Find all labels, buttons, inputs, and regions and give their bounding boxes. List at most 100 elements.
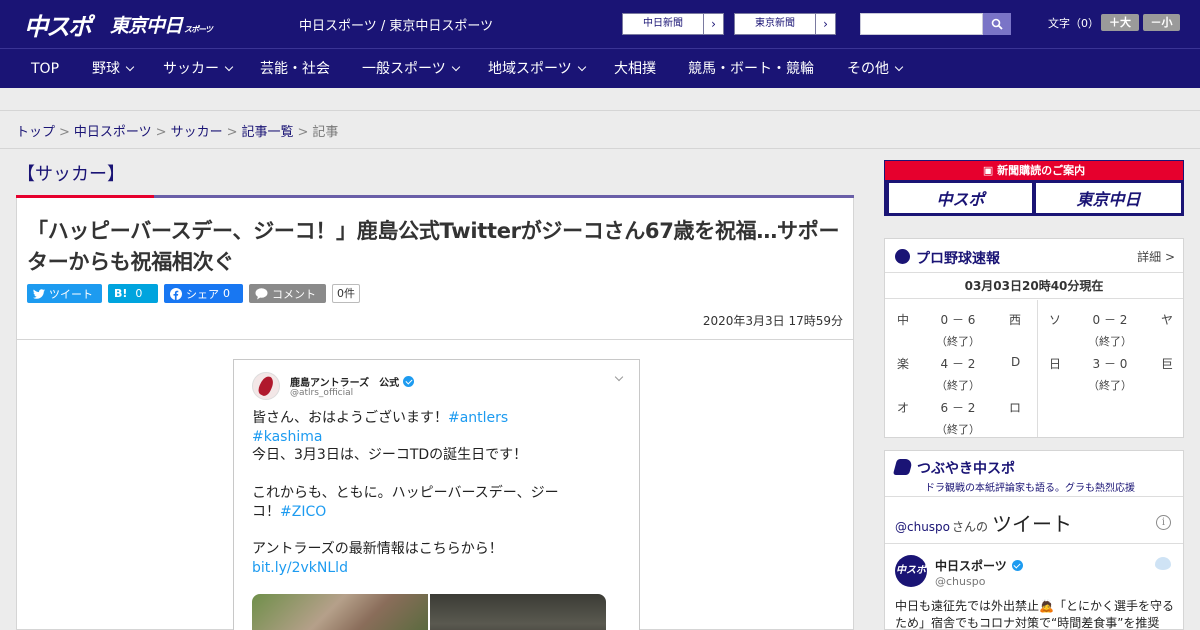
home-team: 楽: [897, 357, 910, 371]
tweet-account-name[interactable]: 中日スポーツ: [935, 557, 1023, 574]
game-score: 3 － 0: [1092, 357, 1128, 371]
tsubuyaki-chuspo-widget: つぶやき中スポ ドラ観戦の本紙評論家も語る。グラも熱烈応援 @chuspo さんの…: [884, 450, 1184, 630]
breadcrumb-soccer[interactable]: サッカー: [171, 125, 223, 140]
newspaper-icon: ▣: [982, 164, 998, 177]
verified-badge-icon: [403, 376, 415, 387]
baseball-detail-link[interactable]: 詳細 >: [1137, 248, 1175, 265]
font-size-label: 文字（0）: [1048, 17, 1099, 30]
game-score: 4 － 2: [940, 357, 976, 371]
twitter-share-button[interactable]: ツイート: [27, 284, 102, 303]
twitter-bird-icon[interactable]: [1155, 557, 1171, 570]
game-status: （終了）: [1088, 335, 1132, 348]
game-score: 0 － 2: [1092, 313, 1128, 327]
tweets-heading: @chuspo さんの ツイート: [895, 512, 1073, 536]
comment-button[interactable]: コメント: [249, 284, 326, 303]
nav-item-racing[interactable]: 競馬・ボート・競輪: [688, 49, 814, 89]
game-status: （終了）: [936, 335, 980, 348]
away-team: 巨: [1161, 357, 1174, 371]
chunichi-shimbun-link[interactable]: 中日新聞 ›: [622, 13, 724, 35]
nav-item-soccer[interactable]: サッカー: [163, 49, 234, 89]
widget-title: つぶやき中スポ: [917, 461, 1015, 477]
chevron-down-icon: [894, 62, 904, 72]
nav-item-local-sports[interactable]: 地域スポーツ: [488, 49, 586, 89]
tweet-text-line: アントラーズの最新情報はこちらから！: [252, 541, 503, 557]
article-date: 2020年3月3日 17時59分: [702, 314, 843, 328]
home-team: ソ: [1049, 313, 1062, 327]
tweet-text-line: これからも、ともに。ハッピーバースデー、ジー: [252, 485, 559, 501]
nav-item-entertainment[interactable]: 芸能・社会: [260, 49, 330, 89]
font-size-up-button[interactable]: ＋大: [1101, 14, 1139, 31]
nav-item-general-sports[interactable]: 一般スポーツ: [362, 49, 460, 89]
away-team: 西: [1009, 313, 1022, 327]
font-size-down-button[interactable]: －小: [1143, 14, 1180, 31]
widget-subtitle: ドラ観戦の本紙評論家も語る。グラも熱烈応援: [925, 483, 1135, 494]
tweet-account-handle[interactable]: @chuspo: [935, 575, 985, 588]
search-icon: [991, 18, 1003, 30]
chevron-down-icon: [125, 62, 135, 72]
speech-bubble-icon: [255, 287, 268, 299]
chevron-right-icon: ›: [703, 14, 723, 34]
global-nav: TOP 野球 サッカー 芸能・社会 一般スポーツ 地域スポーツ 大相撲 競馬・ボ…: [0, 48, 1200, 88]
embedded-tweet-image: 鹿島アントラーズ 公式 @atlrs_official 皆さん、おはようございま…: [233, 359, 640, 630]
divider: [0, 148, 1200, 149]
scores-timestamp: 03月03日20時40分現在: [885, 273, 1183, 299]
hatena-icon: B!: [114, 287, 128, 300]
tokyo-chunichi-logo[interactable]: 東京中日 スポーツ: [110, 8, 213, 40]
info-icon[interactable]: i: [1156, 515, 1171, 530]
tweet-link: bit.ly/2vkNLld: [252, 560, 348, 576]
twitter-bird-icon: [33, 288, 45, 299]
comment-count[interactable]: 0件: [332, 284, 360, 303]
tweet-author-name: 鹿島アントラーズ 公式: [290, 374, 415, 389]
nav-item-baseball[interactable]: 野球: [92, 49, 135, 89]
nav-item-top[interactable]: TOP: [31, 49, 59, 89]
antlers-avatar: [252, 372, 280, 400]
facebook-icon: [170, 287, 182, 300]
divider: [1037, 300, 1038, 437]
megaphone-icon: [892, 459, 914, 475]
tokyo-shimbun-link[interactable]: 東京新聞 ›: [734, 13, 836, 35]
divider: [885, 543, 1183, 544]
search-button[interactable]: [983, 13, 1011, 35]
promo-tokyo-chunichi-button[interactable]: 東京中日: [1036, 183, 1181, 213]
divider: [0, 110, 1200, 111]
search-input[interactable]: [860, 13, 983, 35]
away-team: D: [1011, 355, 1021, 369]
avatar[interactable]: 中スポ: [895, 555, 927, 587]
tweet-text-line: コ！#ZICO: [252, 504, 327, 520]
nav-item-other[interactable]: その他: [847, 49, 904, 89]
chevron-right-icon: ›: [815, 14, 835, 34]
breadcrumb-top[interactable]: トップ: [16, 125, 55, 140]
tweet-text-line: 皆さん、おはようございます！#antlers #kashima: [252, 410, 509, 445]
divider: [17, 339, 853, 340]
tweet-photo: [252, 594, 428, 630]
baseball-title: プロ野球速報: [916, 251, 1000, 267]
tweet-text-line: 今日、3月3日は、ジーコTDの誕生日です！: [252, 447, 528, 463]
article-category[interactable]: 【サッカー】: [17, 160, 125, 186]
game-score: 6 － 2: [940, 401, 976, 415]
article-card: 「ハッピーバースデー、ジーコ！」鹿島公式Twitterがジーコさん67歳を祝福……: [16, 198, 854, 630]
promo-title: ▣ 新聞購読のご案内: [885, 161, 1183, 180]
promo-chuspo-button[interactable]: 中スポ: [889, 183, 1032, 213]
tweet-photo: [430, 594, 606, 630]
verified-badge-icon: [1011, 560, 1023, 571]
breadcrumb-chunichi-sports[interactable]: 中日スポーツ: [74, 125, 152, 140]
site-header: 中スポ 東京中日 スポーツ 中日スポーツ / 東京中日スポーツ 中日新聞 › 東京…: [0, 0, 1200, 48]
game-status: （終了）: [936, 423, 980, 436]
breadcrumb-article-list[interactable]: 記事一覧: [242, 125, 294, 140]
chevron-down-icon: [224, 62, 234, 72]
game-status: （終了）: [1088, 379, 1132, 392]
away-team: ヤ: [1161, 313, 1174, 327]
chevron-down-icon: [614, 372, 624, 382]
game-status: （終了）: [936, 379, 980, 392]
subscription-promo[interactable]: ▣ 新聞購読のご案内 中スポ 東京中日: [884, 160, 1184, 216]
chuspo-logo[interactable]: 中スポ: [24, 8, 92, 41]
breadcrumb-current: 記事: [312, 125, 339, 140]
nav-item-sumo[interactable]: 大相撲: [614, 49, 656, 89]
facebook-share-button[interactable]: シェア 0: [164, 284, 243, 303]
home-team: オ: [897, 401, 910, 415]
hatena-bookmark-button[interactable]: B! 0: [108, 284, 158, 303]
site-title: 中日スポーツ / 東京中日スポーツ: [299, 19, 494, 34]
baseball-icon: [895, 249, 910, 264]
chevron-down-icon: [577, 62, 586, 72]
breadcrumb: トップ > 中日スポーツ > サッカー > 記事一覧 > 記事: [16, 125, 339, 140]
